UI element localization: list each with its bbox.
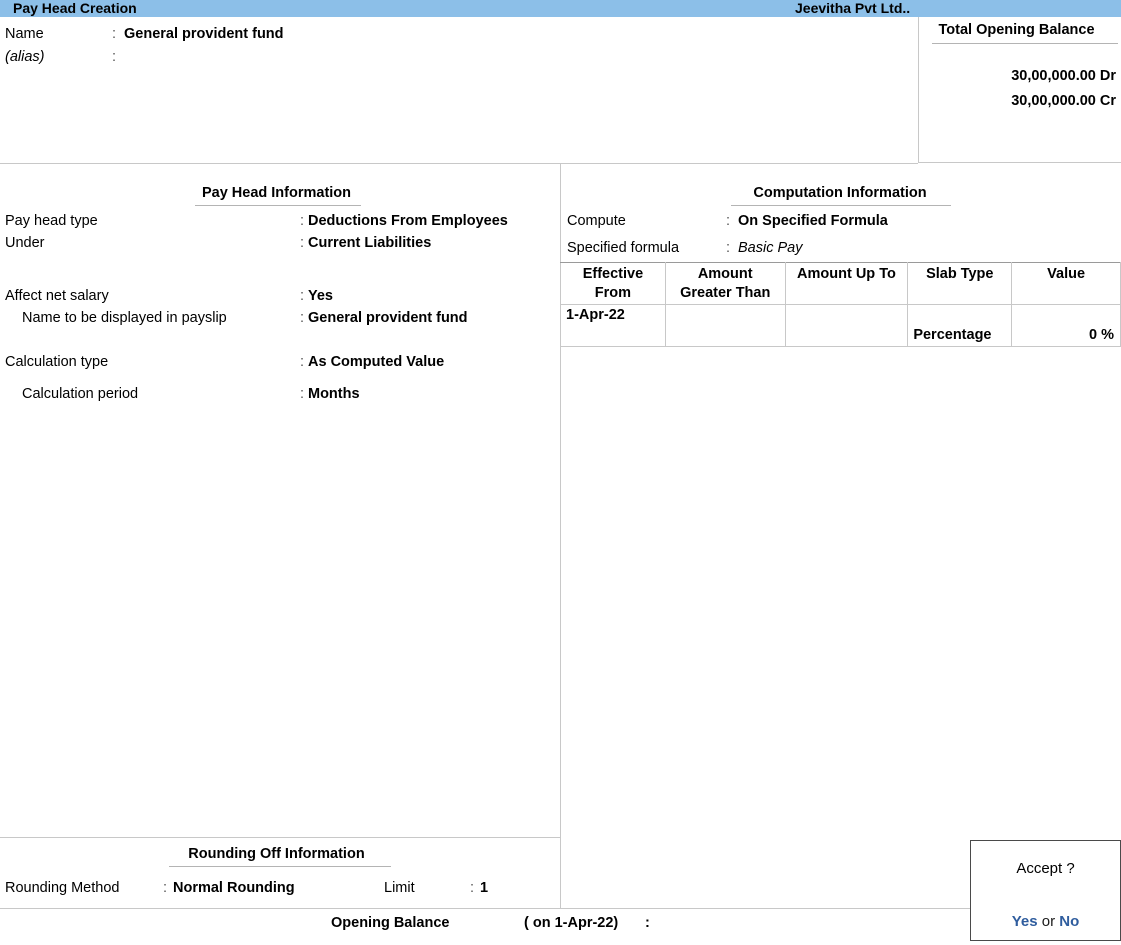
field-payslip-name-value[interactable]: General provident fund: [308, 310, 468, 327]
column-header-value: Value: [1011, 262, 1121, 305]
accept-prompt: Accept ?: [1016, 860, 1075, 877]
field-under-colon: :: [300, 235, 305, 251]
field-pay-head-type-colon: :: [300, 213, 305, 229]
total-opening-balance-credit: 30,00,000.00 Cr: [1011, 93, 1116, 109]
field-specified-formula-label: Specified formula: [567, 240, 680, 256]
total-opening-balance-underline: [932, 43, 1118, 44]
field-rounding-method-colon: :: [163, 880, 168, 896]
rounding-off-information-heading: Rounding Off Information: [188, 846, 365, 862]
field-payslip-name-colon: :: [300, 310, 305, 326]
field-calculation-type-colon: :: [300, 354, 305, 370]
status-opening-balance-colon: :: [645, 915, 650, 931]
field-compute-label: Compute: [567, 213, 626, 229]
column-header-amount-greater-than-line1: Amount: [697, 266, 753, 282]
column-header-amount-greater-than-line2: Greater Than: [680, 285, 771, 301]
alias-label: (alias): [5, 49, 45, 65]
field-payslip-name-label: Name to be displayed in payslip: [22, 310, 227, 326]
total-opening-balance-title: Total Opening Balance: [938, 22, 1095, 38]
tally-pay-head-creation-screen: Pay Head Creation Jeevitha Pvt Ltd.. Nam…: [0, 0, 1121, 945]
pay-head-information-heading: Pay Head Information: [201, 185, 352, 201]
total-opening-balance-debit: 30,00,000.00 Dr: [1011, 68, 1116, 84]
field-rounding-method-label: Rounding Method: [5, 880, 120, 896]
field-calculation-period-colon: :: [300, 386, 305, 402]
field-rounding-method-value[interactable]: Normal Rounding: [173, 880, 295, 897]
field-compute-value[interactable]: On Specified Formula: [738, 213, 888, 230]
field-under-value[interactable]: Current Liabilities: [308, 235, 431, 252]
status-opening-balance-label: Opening Balance: [331, 915, 450, 931]
field-calculation-period-value[interactable]: Months: [308, 386, 360, 403]
slab-table-header-row: Effective From Amount Greater Than Amoun…: [560, 262, 1121, 305]
column-header-effective-from-line2: From: [594, 285, 632, 301]
field-limit-label: Limit: [384, 880, 415, 896]
name-input[interactable]: General provident fund: [124, 26, 284, 43]
field-pay-head-type-value[interactable]: Deductions From Employees: [308, 213, 508, 230]
cell-slab-type[interactable]: Percentage: [907, 304, 1013, 347]
accept-no-button[interactable]: No: [1059, 913, 1079, 930]
field-calculation-type-label: Calculation type: [5, 354, 109, 370]
field-affect-net-salary-colon: :: [300, 288, 305, 304]
status-bar-divider: [0, 908, 1121, 909]
column-header-slab-type-line1: Slab Type: [926, 266, 994, 282]
column-header-slab-type: Slab Type: [907, 262, 1013, 305]
field-affect-net-salary-value[interactable]: Yes: [308, 288, 333, 305]
total-opening-balance-panel: Total Opening Balance 30,00,000.00 Dr 30…: [918, 17, 1121, 163]
field-pay-head-type-label: Pay head type: [5, 213, 98, 229]
field-limit-value[interactable]: 1: [480, 880, 488, 897]
rounding-off-information-heading-underline: [169, 866, 391, 867]
name-colon: :: [112, 26, 117, 42]
identity-divider: [0, 163, 918, 164]
field-specified-formula-colon: :: [726, 240, 731, 256]
status-opening-balance-date: ( on 1-Apr-22): [524, 915, 619, 931]
column-header-effective-from: Effective From: [560, 262, 666, 305]
field-affect-net-salary-label: Affect net salary: [5, 288, 109, 304]
cell-amount-up-to[interactable]: [784, 304, 909, 347]
column-header-amount-up-to-line1: Amount Up To: [797, 266, 896, 282]
accept-yes-button[interactable]: Yes: [1012, 913, 1038, 930]
accept-or-label: or: [1041, 913, 1056, 930]
accept-choices: Yes or No: [971, 913, 1120, 930]
name-label: Name: [5, 26, 44, 42]
field-limit-colon: :: [470, 880, 475, 896]
cell-effective-from[interactable]: 1-Apr-22: [560, 304, 666, 347]
cell-amount-greater-than[interactable]: [664, 304, 786, 347]
accept-dialog: Accept ? Yes or No: [970, 840, 1121, 941]
pay-head-information-heading-underline: [195, 205, 361, 206]
slab-table: Effective From Amount Greater Than Amoun…: [560, 262, 1121, 347]
table-row: 1-Apr-22 Percentage 0 %: [560, 304, 1121, 347]
field-compute-colon: :: [726, 213, 731, 229]
field-under-label: Under: [5, 235, 45, 251]
column-header-amount-up-to: Amount Up To: [784, 262, 909, 305]
screen-title: Pay Head Creation: [13, 0, 137, 16]
field-calculation-type-value[interactable]: As Computed Value: [308, 354, 444, 371]
column-header-value-line1: Value: [1047, 266, 1086, 282]
field-specified-formula-value[interactable]: Basic Pay: [738, 240, 802, 257]
rounding-section-divider: [0, 837, 560, 838]
alias-colon: :: [112, 49, 117, 65]
computation-information-heading-underline: [731, 205, 951, 206]
computation-information-heading: Computation Information: [753, 185, 927, 201]
company-name: Jeevitha Pvt Ltd..: [795, 0, 911, 16]
field-calculation-period-label: Calculation period: [22, 386, 139, 402]
cell-value[interactable]: 0 %: [1011, 304, 1121, 347]
title-bar: Pay Head Creation Jeevitha Pvt Ltd..: [0, 0, 1121, 17]
column-header-amount-greater-than: Amount Greater Than: [664, 262, 786, 305]
column-header-effective-from-line1: Effective: [582, 266, 644, 282]
